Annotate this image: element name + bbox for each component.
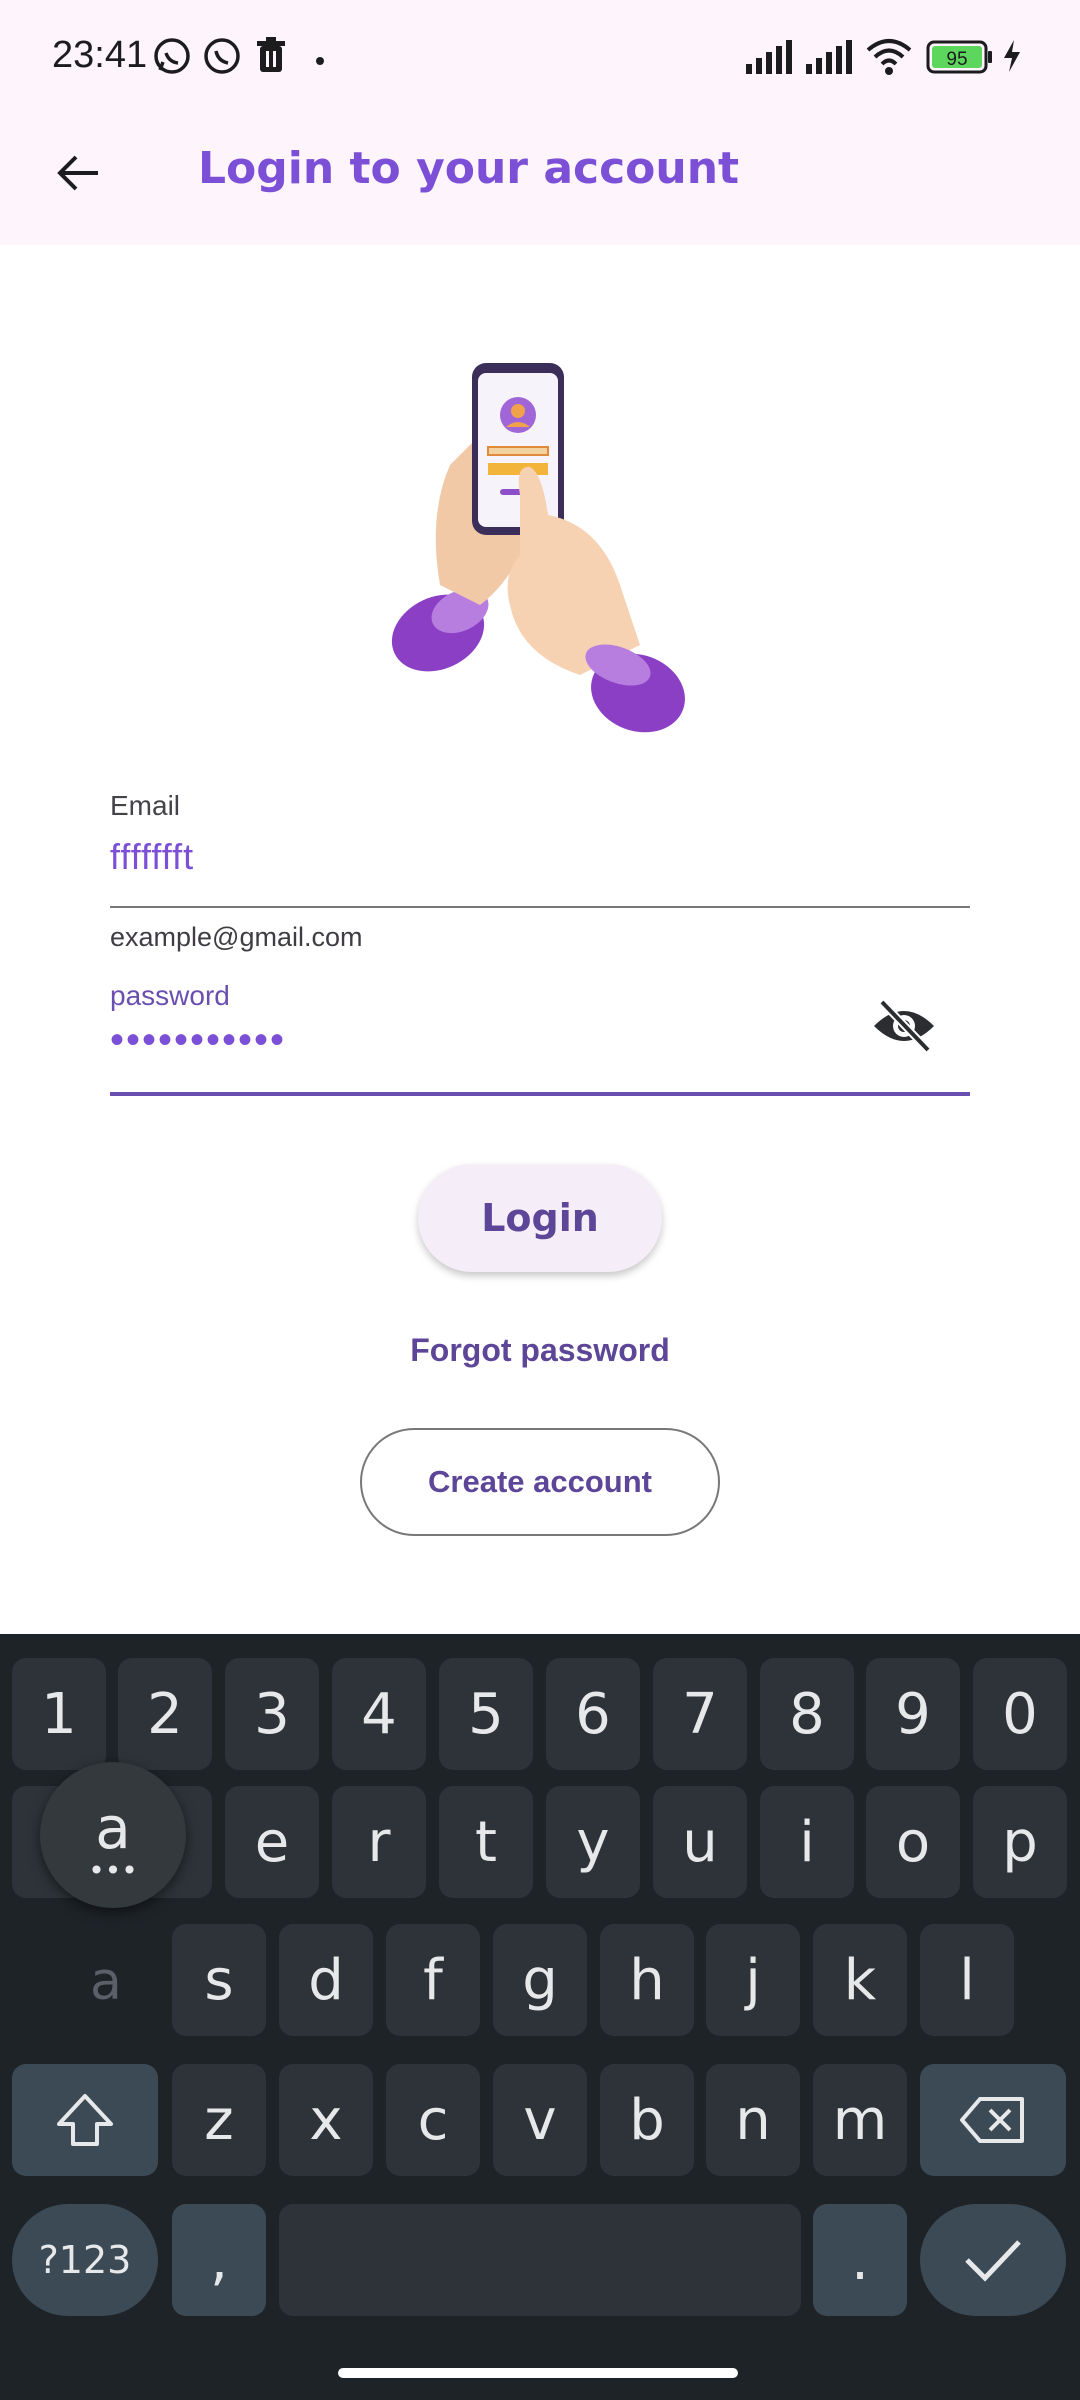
battery-icon: 95 bbox=[926, 40, 994, 79]
period-key[interactable]: . bbox=[813, 2204, 907, 2316]
shift-icon bbox=[57, 2094, 113, 2146]
key-l[interactable]: l bbox=[920, 1924, 1014, 2036]
backspace-key[interactable] bbox=[920, 2064, 1066, 2176]
popup-more-dots: ••• bbox=[88, 1854, 138, 1887]
key-i[interactable]: i bbox=[760, 1786, 854, 1898]
status-bar: 23:41 95 bbox=[0, 0, 1080, 115]
app-bar: Login to your account bbox=[0, 115, 1080, 245]
whatsapp-icon bbox=[202, 36, 242, 81]
check-icon bbox=[965, 2240, 1021, 2282]
key-v[interactable]: v bbox=[493, 2064, 587, 2176]
key-g[interactable]: g bbox=[493, 1924, 587, 2036]
whatsapp-business-icon bbox=[152, 36, 192, 81]
key-z[interactable]: z bbox=[172, 2064, 266, 2176]
key-3[interactable]: 3 bbox=[225, 1658, 319, 1770]
key-h[interactable]: h bbox=[600, 1924, 694, 2036]
key-o[interactable]: o bbox=[866, 1786, 960, 1898]
popup-letter: a bbox=[95, 1794, 131, 1862]
eye-off-icon[interactable] bbox=[870, 996, 938, 1056]
key-4[interactable]: 4 bbox=[332, 1658, 426, 1770]
key-b[interactable]: b bbox=[600, 2064, 694, 2176]
dot-icon bbox=[316, 52, 324, 70]
key-d[interactable]: d bbox=[279, 1924, 373, 2036]
key-y[interactable]: y bbox=[546, 1786, 640, 1898]
create-account-button[interactable]: Create account bbox=[360, 1428, 720, 1536]
key-8[interactable]: 8 bbox=[760, 1658, 854, 1770]
signal-icon bbox=[804, 36, 856, 81]
password-label: password bbox=[110, 980, 230, 1011]
email-helper-text: example@gmail.com bbox=[110, 922, 363, 952]
key-9[interactable]: 9 bbox=[866, 1658, 960, 1770]
enter-key[interactable] bbox=[920, 2204, 1066, 2316]
key-x[interactable]: x bbox=[279, 2064, 373, 2176]
signal-icon bbox=[744, 36, 796, 81]
key-f[interactable]: f bbox=[386, 1924, 480, 2036]
key-u[interactable]: u bbox=[653, 1786, 747, 1898]
charging-icon bbox=[1000, 38, 1024, 79]
backspace-icon bbox=[960, 2097, 1024, 2143]
key-k[interactable]: k bbox=[813, 1924, 907, 2036]
key-t[interactable]: t bbox=[439, 1786, 533, 1898]
shift-key[interactable] bbox=[12, 2064, 158, 2176]
comma-key[interactable]: , bbox=[172, 2204, 266, 2316]
battery-level: 95 bbox=[946, 49, 967, 70]
key-2[interactable]: 2 bbox=[118, 1658, 212, 1770]
status-time: 23:41 bbox=[52, 34, 148, 76]
key-n[interactable]: n bbox=[706, 2064, 800, 2176]
key-1[interactable]: 1 bbox=[12, 1658, 106, 1770]
email-underline bbox=[110, 906, 970, 908]
login-button[interactable]: Login bbox=[418, 1164, 662, 1272]
key-j[interactable]: j bbox=[706, 1924, 800, 2036]
password-field[interactable]: ••••••••••• bbox=[110, 1018, 286, 1063]
key-0[interactable]: 0 bbox=[973, 1658, 1067, 1770]
password-underline bbox=[110, 1092, 970, 1096]
trash-icon bbox=[254, 36, 288, 81]
top-bar: 23:41 95 Login to your account bbox=[0, 0, 1080, 245]
key-7[interactable]: 7 bbox=[653, 1658, 747, 1770]
symbols-key[interactable]: ?123 bbox=[12, 2204, 158, 2316]
wifi-icon bbox=[864, 36, 914, 81]
key-s[interactable]: s bbox=[172, 1924, 266, 2036]
page-title: Login to your account bbox=[198, 143, 740, 194]
key-popup: a ••• bbox=[40, 1762, 186, 1908]
key-r[interactable]: r bbox=[332, 1786, 426, 1898]
key-6[interactable]: 6 bbox=[546, 1658, 640, 1770]
phone-login-illustration bbox=[370, 355, 710, 775]
gesture-handle[interactable] bbox=[338, 2368, 738, 2378]
key-5[interactable]: 5 bbox=[439, 1658, 533, 1770]
space-key[interactable] bbox=[279, 2204, 801, 2316]
forgot-password-link[interactable]: Forgot password bbox=[0, 1332, 1080, 1369]
arrow-back-icon[interactable] bbox=[40, 135, 116, 211]
soft-keyboard: 1 2 3 4 5 6 7 8 9 0 q w e r t y u i o p … bbox=[0, 1634, 1080, 2400]
key-p[interactable]: p bbox=[973, 1786, 1067, 1898]
key-c[interactable]: c bbox=[386, 2064, 480, 2176]
email-label: Email bbox=[110, 790, 181, 821]
email-field[interactable]: ffffffft bbox=[110, 836, 194, 878]
key-a[interactable]: a bbox=[90, 1952, 122, 2012]
key-e[interactable]: e bbox=[225, 1786, 319, 1898]
key-m[interactable]: m bbox=[813, 2064, 907, 2176]
